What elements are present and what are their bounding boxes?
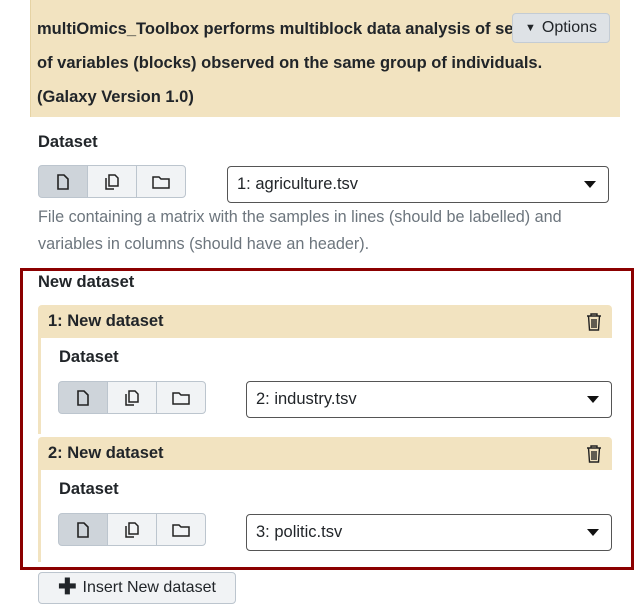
single-dataset-button[interactable] [58, 513, 108, 546]
folder-icon [172, 391, 190, 405]
repeat-title-bar: 1: New dataset [38, 305, 612, 338]
dataset-label: Dataset [59, 348, 119, 366]
multiple-datasets-button[interactable] [87, 165, 137, 198]
multiple-datasets-button[interactable] [107, 513, 157, 546]
file-icon [57, 173, 69, 190]
dataset-source-buttons [58, 381, 206, 414]
files-icon [125, 521, 139, 538]
dataset-label: Dataset [59, 480, 119, 498]
collection-button[interactable] [136, 165, 186, 198]
caret-down-icon [587, 396, 599, 403]
repeat-block: 1: New dataset Dataset 2: industry.tsv [38, 305, 612, 434]
files-icon [105, 173, 119, 190]
repeat-body: Dataset 2: industry.tsv [38, 338, 612, 434]
caret-down-icon [587, 529, 599, 536]
single-dataset-button[interactable] [38, 165, 88, 198]
files-icon [125, 389, 139, 406]
folder-icon [152, 175, 170, 189]
caret-down-icon: ▼ [524, 22, 536, 34]
collection-button[interactable] [156, 513, 206, 546]
file-icon [77, 521, 89, 538]
collection-button[interactable] [156, 381, 206, 414]
repeat-title: 1: New dataset [48, 312, 164, 330]
repeat-title-bar: 2: New dataset [38, 437, 612, 470]
options-button[interactable]: ▼ Options [512, 13, 610, 43]
single-dataset-button[interactable] [58, 381, 108, 414]
dataset-label: Dataset [38, 133, 98, 151]
plus-icon: ✚ [58, 574, 77, 599]
trash-icon[interactable] [586, 312, 602, 331]
dataset-select-value: 2: industry.tsv [256, 390, 357, 408]
folder-icon [172, 523, 190, 537]
repeat-block: 2: New dataset Dataset 3: politic.tsv [38, 437, 612, 562]
dataset-select[interactable]: 1: agriculture.tsv [227, 166, 609, 203]
new-dataset-section-label: New dataset [38, 273, 135, 291]
dataset-help-text: File containing a matrix with the sample… [38, 208, 562, 253]
dataset-select-value: 3: politic.tsv [256, 523, 343, 541]
options-label: Options [541, 19, 598, 36]
insert-new-dataset-button[interactable]: ✚ Insert New dataset [38, 572, 236, 604]
file-icon [77, 389, 89, 406]
dataset-select[interactable]: 3: politic.tsv [246, 514, 612, 551]
dataset-select-value: 1: agriculture.tsv [237, 175, 359, 193]
tool-header: multiOmics_Toolbox performs multiblock d… [30, 0, 620, 117]
multiple-datasets-button[interactable] [107, 381, 157, 414]
dataset-select[interactable]: 2: industry.tsv [246, 381, 612, 418]
insert-button-label: Insert New dataset [82, 579, 216, 596]
dataset-source-buttons [38, 165, 186, 198]
repeat-body: Dataset 3: politic.tsv [38, 470, 612, 562]
dataset-source-buttons [58, 513, 206, 546]
repeat-title: 2: New dataset [48, 444, 164, 462]
caret-down-icon [584, 181, 596, 188]
trash-icon[interactable] [586, 444, 602, 463]
